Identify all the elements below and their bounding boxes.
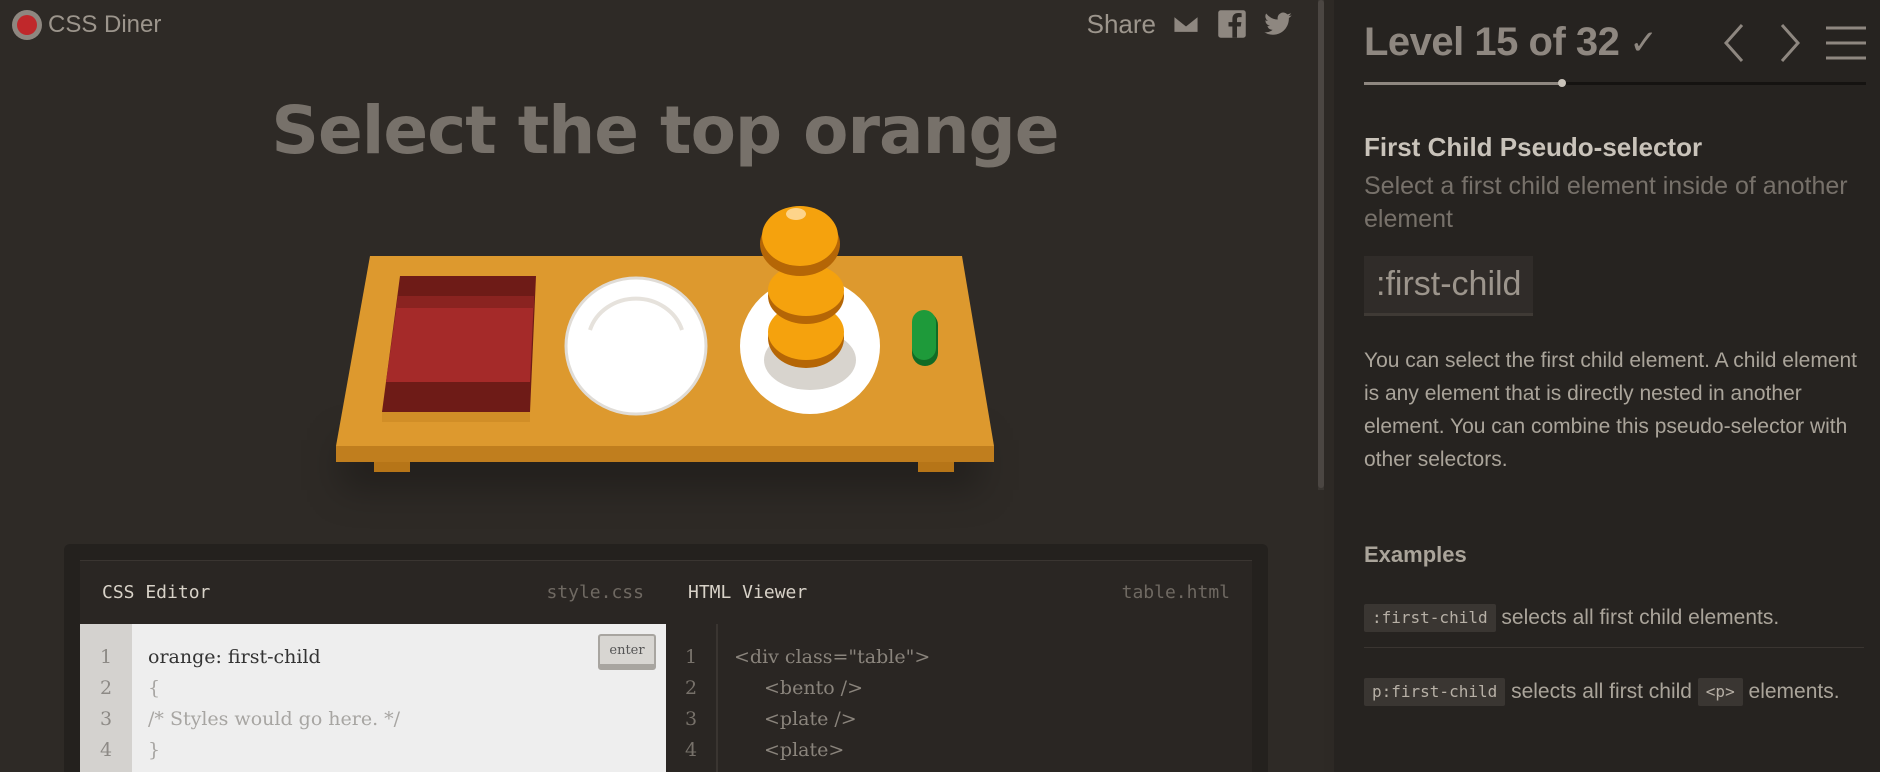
line-number: 4: [99, 739, 113, 761]
html-line[interactable]: <div class="table">: [734, 642, 1252, 673]
html-line-numbers: 1 2 3 4: [666, 624, 718, 772]
html-viewer-title: HTML Viewer: [688, 582, 808, 603]
menu-icon: [1826, 26, 1866, 59]
previous-level-button[interactable]: [1714, 21, 1754, 65]
order-heading: Select the top orange: [271, 92, 1059, 169]
game-scrollbar-thumb[interactable]: [1318, 0, 1324, 488]
html-viewer-header: HTML Viewer table.html: [666, 560, 1252, 624]
line-number: 2: [684, 677, 698, 699]
table-edge: [336, 446, 994, 462]
selector-title: Select a first child element inside of a…: [1364, 172, 1848, 233]
css-line-numbers: 1 2 3 4: [80, 624, 132, 772]
css-code-area: 1 2 3 4 orange: first-child { /* Styles …: [80, 624, 666, 772]
app-name: CSS Diner: [48, 11, 162, 38]
html-viewer-filename: table.html: [1121, 582, 1230, 603]
html-line[interactable]: <plate>: [734, 735, 1252, 766]
level-nav: [1714, 21, 1866, 65]
level-progress-bar: [1364, 79, 1866, 87]
line-number: 1: [684, 646, 698, 668]
chevron-right-icon: [1780, 23, 1801, 62]
game-area: CSS Diner Share Select the top orange CS…: [0, 0, 1324, 772]
app-logo[interactable]: CSS Diner: [12, 10, 161, 40]
twitter-icon[interactable]: [1262, 8, 1294, 40]
plate[interactable]: [564, 276, 708, 416]
example-item: p:first-child selects all first child <p…: [1364, 672, 1864, 711]
dinner-table: [320, 200, 1000, 490]
enter-button[interactable]: enter: [598, 634, 656, 670]
level-title: Level 15 of 32: [1364, 20, 1620, 64]
level-menu-button[interactable]: [1826, 21, 1866, 65]
selector-syntax: :first-child: [1364, 256, 1534, 316]
share-bar: Share: [1087, 8, 1294, 40]
plate-with-oranges[interactable]: [740, 206, 880, 414]
level-progress-fill: [1364, 82, 1562, 85]
css-selector-input[interactable]: orange: first-child: [148, 642, 666, 673]
example-code: <p>: [1697, 678, 1743, 707]
share-label: Share: [1086, 8, 1156, 39]
chevron-left-icon: [1723, 23, 1744, 62]
next-level-button[interactable]: [1770, 21, 1810, 65]
html-line[interactable]: <bento />: [734, 673, 1252, 704]
pickle[interactable]: [912, 310, 938, 366]
example-text: selects all first child: [1505, 680, 1698, 703]
css-brace-open: {: [148, 677, 161, 699]
line-number: 3: [684, 708, 698, 730]
html-code-area: 1 2 3 4 <div class="table"> <bento /> <p…: [666, 624, 1252, 772]
examples-heading: Examples: [1364, 542, 1467, 567]
selector-name: First Child Pseudo-selector: [1364, 132, 1703, 162]
selector-hint: You can select the first child element. …: [1364, 349, 1858, 471]
example-code: p:first-child: [1364, 678, 1506, 707]
logo-icon: [12, 10, 42, 40]
code-editor: CSS Editor style.css 1 2 3 4 orange: fir…: [64, 544, 1268, 772]
line-number: 1: [99, 646, 113, 668]
line-number: 4: [684, 739, 698, 761]
html-line[interactable]: <plate />: [734, 704, 1252, 735]
level-sidebar: Level 15 of 32 ✓ First Child Pseudo-sele…: [1334, 0, 1880, 772]
mail-icon[interactable]: [1170, 8, 1202, 40]
facebook-icon[interactable]: [1216, 8, 1248, 40]
line-number: 3: [99, 708, 113, 730]
css-lines: orange: first-child { /* Styles would go…: [132, 624, 666, 772]
checkmark-icon: ✓: [1629, 23, 1658, 62]
css-editor-filename: style.css: [546, 582, 644, 603]
css-editor-header: CSS Editor style.css: [80, 560, 666, 624]
example-code: :first-child: [1364, 604, 1496, 633]
css-comment: /* Styles would go here. */: [148, 708, 401, 730]
line-number: 2: [99, 677, 113, 699]
example-text: selects all first child elements.: [1495, 606, 1780, 629]
html-viewer-pane: HTML Viewer table.html 1 2 3 4 <div clas…: [666, 560, 1252, 772]
css-editor-title: CSS Editor: [102, 582, 211, 603]
example-item: :first-child selects all first child ele…: [1364, 598, 1864, 648]
css-editor-pane: CSS Editor style.css 1 2 3 4 orange: fir…: [80, 560, 666, 772]
bento[interactable]: [382, 276, 536, 422]
level-progress-marker: [1557, 79, 1566, 87]
example-text: elements.: [1742, 680, 1840, 703]
level-header: Level 15 of 32 ✓: [1364, 20, 1866, 65]
css-brace-close: }: [148, 739, 161, 761]
html-lines: <div class="table"> <bento /> <plate /> …: [718, 624, 1252, 772]
